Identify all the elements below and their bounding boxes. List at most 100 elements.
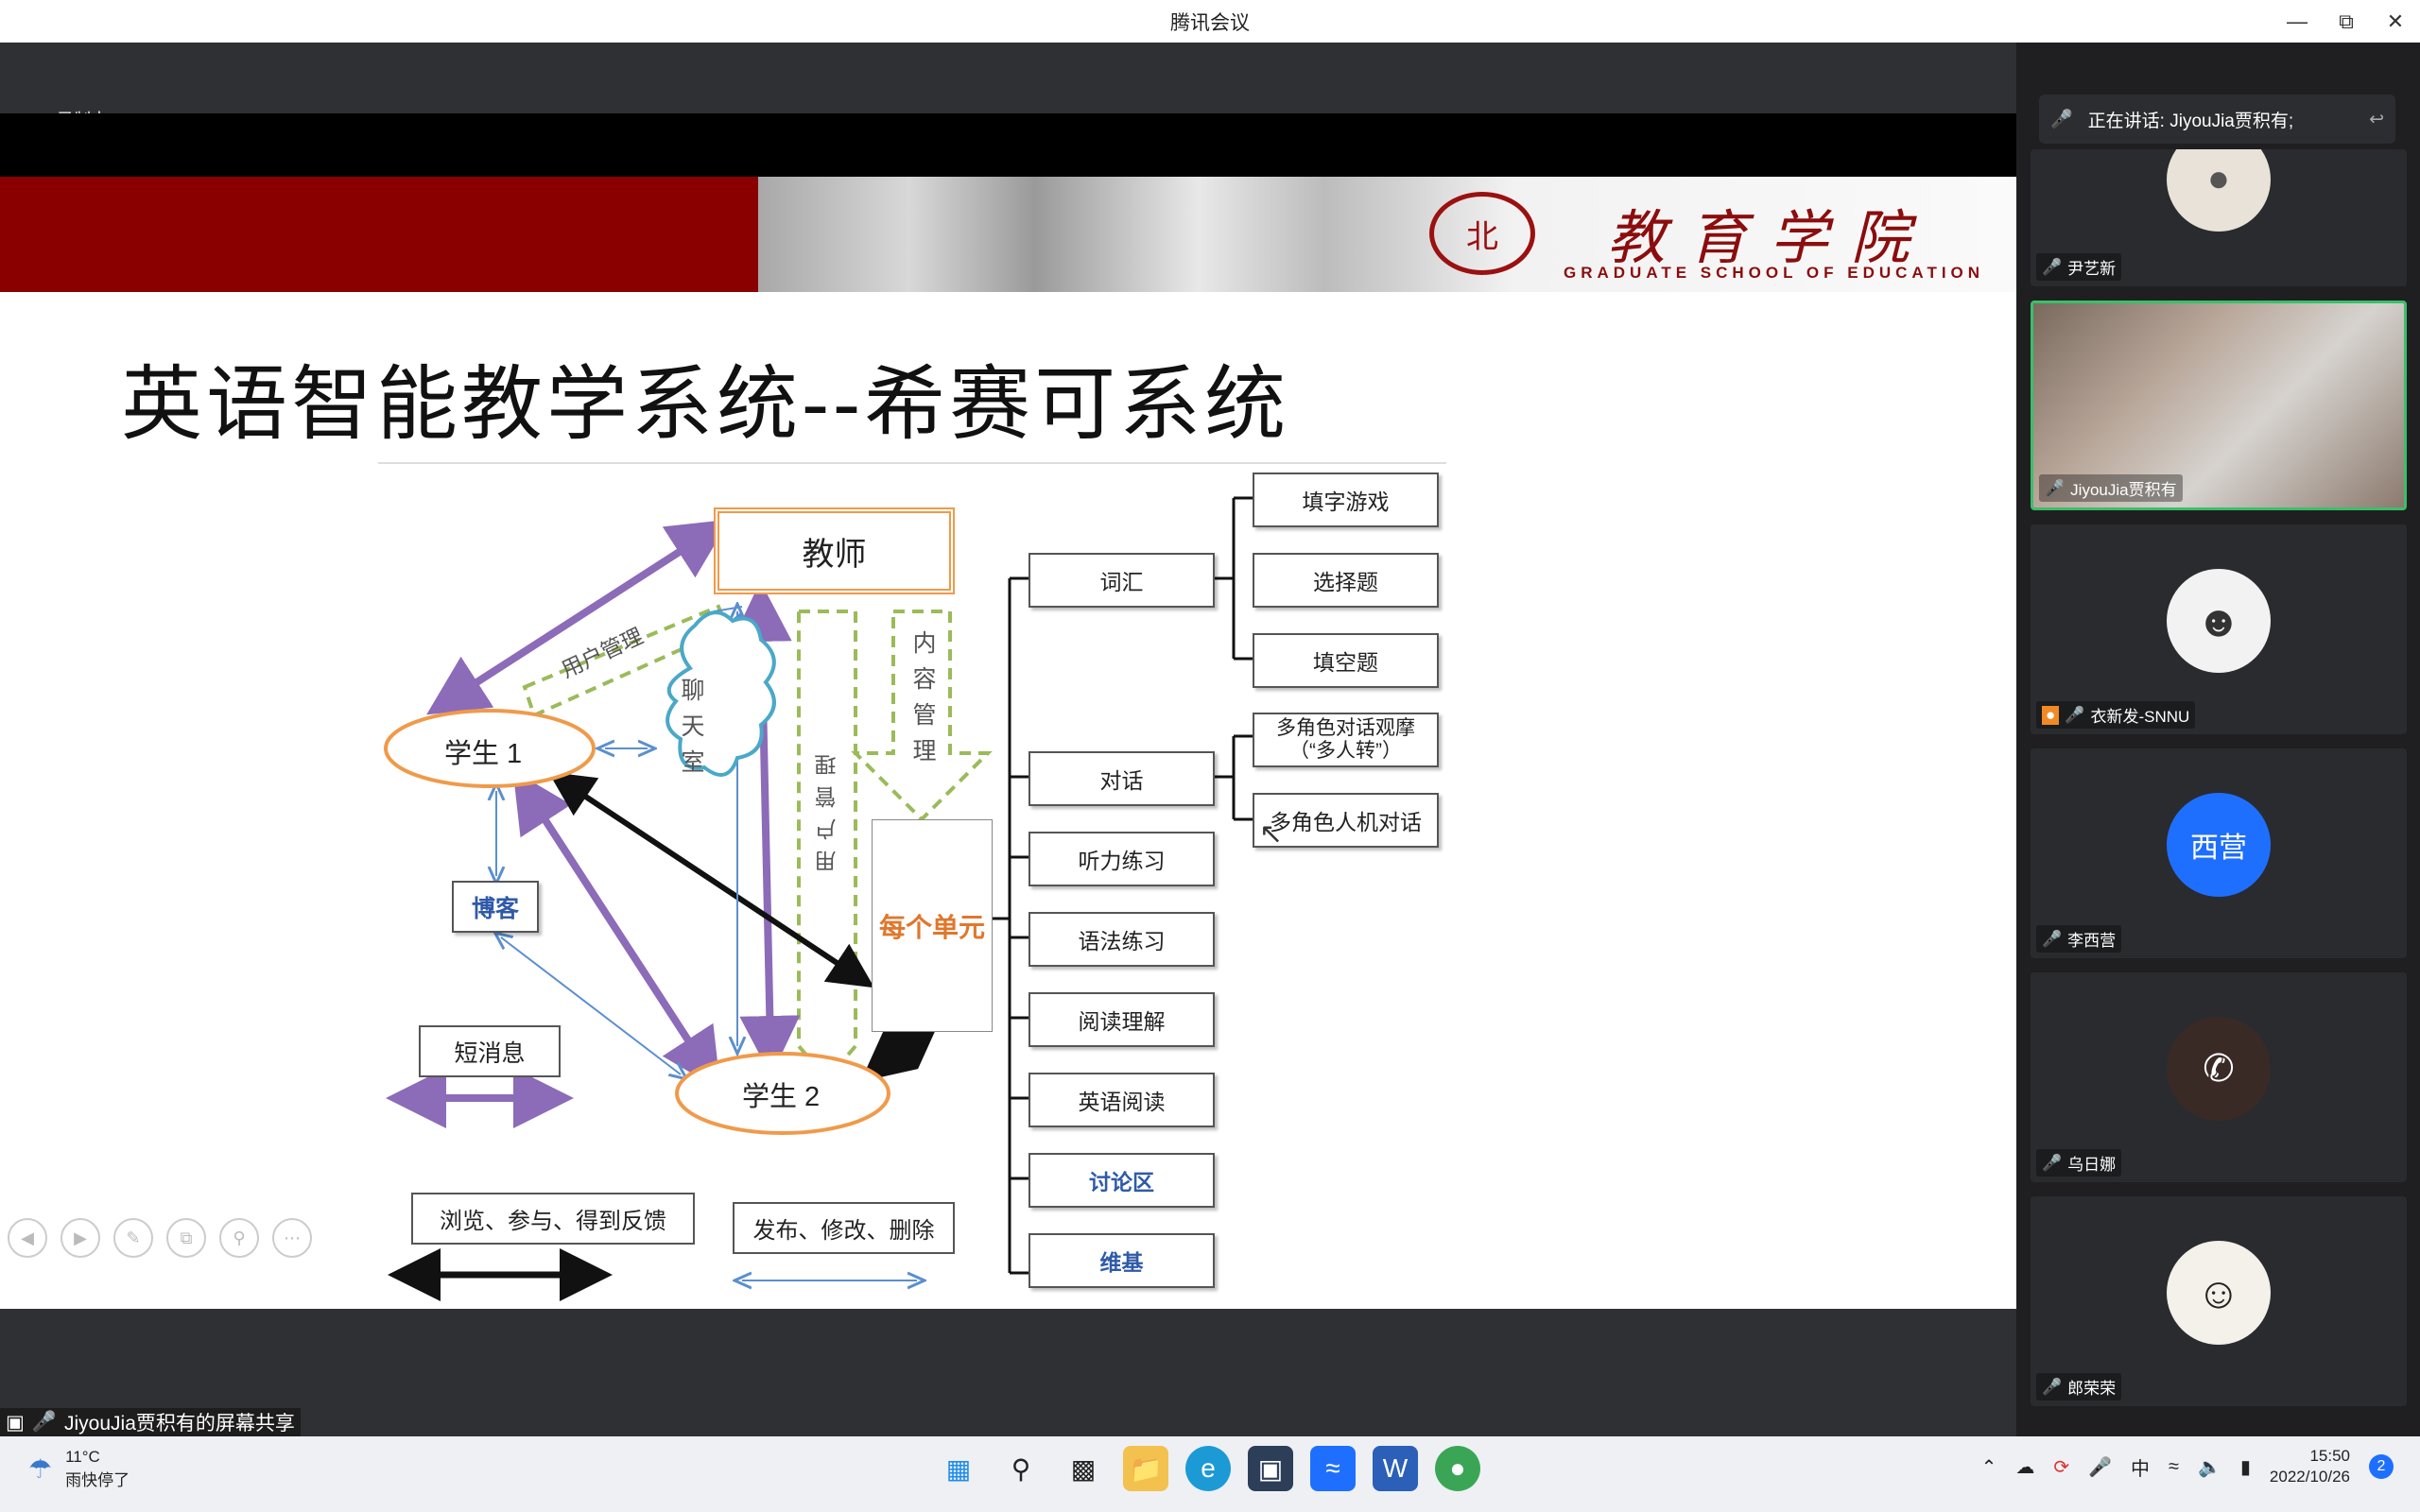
teacher-box: 教师 bbox=[714, 507, 955, 594]
microphone-tray-icon[interactable]: 🎤 bbox=[2088, 1455, 2112, 1479]
chevron-up-icon[interactable]: ⌃ bbox=[1981, 1455, 1997, 1479]
sync-icon[interactable]: ⟳ bbox=[2053, 1455, 2069, 1479]
window-title: 腾讯会议 bbox=[1170, 11, 1250, 34]
dialog-sub-observe: 多角色对话观摩（“多人转”） bbox=[1253, 713, 1439, 767]
module-grammar: 语法练习 bbox=[1028, 912, 1215, 967]
legend-blue-box: 发布、修改、删除 bbox=[733, 1202, 955, 1254]
module-wiki: 维基 bbox=[1028, 1233, 1215, 1288]
speaking-label: 正在讲话: JiyouJia贾积有; bbox=[2087, 111, 2294, 131]
zoom-icon[interactable]: ⚲ bbox=[219, 1218, 259, 1258]
phone-avatar-icon: ✆ bbox=[2167, 1017, 2271, 1122]
close-button[interactable]: ✕ bbox=[2371, 0, 2420, 43]
weather-desc: 雨快停了 bbox=[65, 1471, 130, 1489]
dog-avatar-icon: ● bbox=[2167, 149, 2271, 232]
screen-share-indicator[interactable]: ▣ 🎤 JiyouJia贾积有的屏幕共享 bbox=[0, 1408, 301, 1436]
screen-share-label: JiyouJia贾积有的屏幕共享 bbox=[64, 1413, 295, 1435]
participant-name: ● 🎤 衣新发-SNNU bbox=[2036, 701, 2196, 729]
weather-temp: 11°C bbox=[65, 1448, 100, 1466]
restore-button[interactable]: ⧉ bbox=[2322, 0, 2371, 43]
window-titlebar: 腾讯会议 — ⧉ ✕ bbox=[0, 0, 2420, 43]
module-listening: 听力练习 bbox=[1028, 832, 1215, 886]
muted-mic-icon: 🎤 bbox=[2042, 1377, 2063, 1396]
student-2-label: 学生 2 bbox=[742, 1082, 821, 1112]
weather-widget[interactable]: ☂ 11°C 雨快停了 bbox=[28, 1448, 130, 1490]
muted-mic-icon: 🎤 bbox=[2050, 110, 2073, 129]
module-english-reading: 英语阅读 bbox=[1028, 1073, 1215, 1127]
edge-browser-icon[interactable]: e bbox=[1185, 1446, 1231, 1491]
participant-tile[interactable]: ✆ 🎤 乌日娜 bbox=[2031, 972, 2407, 1182]
user-icon: ● bbox=[2042, 705, 2060, 725]
muted-mic-icon: 🎤 bbox=[2042, 929, 2063, 948]
content-mgmt-label: 内容管理 bbox=[912, 630, 937, 765]
shared-slide: 北 教育学院 GRADUATE SCHOOL OF EDUCATION 英语智能… bbox=[0, 113, 2016, 1309]
slide-content: 北 教育学院 GRADUATE SCHOOL OF EDUCATION 英语智能… bbox=[0, 177, 2016, 1309]
windows-taskbar: ☂ 11°C 雨快停了 ▦ ⚲ ▩ 📁 e ▣ ≈ W ● ⌃ ☁ ⟳ 🎤 中 … bbox=[0, 1436, 2420, 1512]
vocab-sub-fill: 填空题 bbox=[1253, 633, 1439, 688]
start-icon[interactable]: ▦ bbox=[936, 1446, 981, 1491]
participant-name: 🎤 郎荣荣 bbox=[2036, 1373, 2122, 1400]
microphone-icon: 🎤 bbox=[31, 1411, 57, 1433]
student-1-label: 学生 1 bbox=[444, 739, 523, 769]
each-unit-box: 每个单元 bbox=[872, 819, 993, 1032]
module-forum: 讨论区 bbox=[1028, 1153, 1215, 1208]
pen-icon[interactable]: ✎ bbox=[113, 1218, 153, 1258]
participant-tile[interactable]: ● 🎤 尹艺新 bbox=[2031, 149, 2407, 286]
vocab-sub-choice: 选择题 bbox=[1253, 553, 1439, 608]
participant-tile-active-speaker[interactable]: 🎤 JiyouJia贾积有 bbox=[2031, 301, 2407, 510]
app-globe-icon[interactable]: ● bbox=[1435, 1446, 1480, 1491]
mouse-cursor-icon: ↖ bbox=[1259, 818, 1284, 850]
onedrive-icon[interactable]: ☁ bbox=[2015, 1455, 2034, 1479]
volume-icon[interactable]: 🔈 bbox=[2198, 1455, 2221, 1479]
speaking-indicator: 🎤 正在讲话: JiyouJia贾积有; ↩ bbox=[2039, 94, 2395, 144]
word-icon[interactable]: W bbox=[1373, 1446, 1418, 1491]
muted-mic-icon: 🎤 bbox=[2042, 1153, 2063, 1172]
participant-name: 🎤 JiyouJia贾积有 bbox=[2039, 474, 2183, 502]
more-icon[interactable]: ⋯ bbox=[272, 1218, 312, 1258]
participant-tile[interactable]: ☺ 🎤 郎荣荣 bbox=[2031, 1196, 2407, 1406]
screen-share-icon: ▣ bbox=[6, 1411, 25, 1434]
clock[interactable]: 15:50 2022/10/26 bbox=[2270, 1446, 2350, 1487]
battery-icon[interactable]: ▮ bbox=[2240, 1455, 2251, 1479]
clock-time: 15:50 bbox=[2309, 1447, 2350, 1465]
vocab-sub-crossword: 填字游戏 bbox=[1253, 472, 1439, 527]
active-mic-icon: 🎤 bbox=[2045, 478, 2066, 497]
clock-date: 2022/10/26 bbox=[2269, 1468, 2350, 1486]
next-slide-icon[interactable]: ▶ bbox=[60, 1218, 100, 1258]
module-reading: 阅读理解 bbox=[1028, 992, 1215, 1047]
copy-icon[interactable]: ⧉ bbox=[166, 1218, 206, 1258]
muted-mic-icon: 🎤 bbox=[2042, 257, 2063, 276]
minimize-button[interactable]: — bbox=[2273, 0, 2322, 43]
slide-toolbar: ◀ ▶ ✎ ⧉ ⚲ ⋯ bbox=[8, 1218, 312, 1258]
participant-name: 🎤 乌日娜 bbox=[2036, 1149, 2122, 1177]
window-controls: — ⧉ ✕ bbox=[2273, 0, 2420, 43]
diagram-connectors bbox=[378, 462, 1446, 1301]
chatroom-label: 聊天室 bbox=[681, 678, 705, 776]
wifi-icon[interactable]: ≈ bbox=[2169, 1456, 2179, 1478]
collapse-icon[interactable]: ↩ bbox=[2369, 109, 2384, 130]
tencent-meeting-icon[interactable]: ≈ bbox=[1310, 1446, 1356, 1491]
participant-name: 🎤 尹艺新 bbox=[2036, 253, 2122, 281]
app-cube-icon[interactable]: ▣ bbox=[1248, 1446, 1293, 1491]
participant-tile[interactable]: ☻ ● 🎤 衣新发-SNNU bbox=[2031, 524, 2407, 734]
task-view-icon[interactable]: ▩ bbox=[1061, 1446, 1106, 1491]
initials-avatar: 西营 bbox=[2167, 793, 2271, 898]
cartoon-man-avatar-icon: ☻ bbox=[2167, 569, 2271, 674]
participant-name: 🎤 李西营 bbox=[2036, 925, 2122, 953]
sms-box: 短消息 bbox=[419, 1025, 561, 1077]
participant-tile[interactable]: 西营 🎤 李西营 bbox=[2031, 748, 2407, 958]
system-tray: ⌃ ☁ ⟳ 🎤 中 ≈ 🔈 ▮ 15:50 2022/10/26 2 bbox=[1981, 1446, 2394, 1487]
ime-indicator[interactable]: 中 bbox=[2131, 1453, 2150, 1481]
cartoon-woman-avatar-icon: ☺ bbox=[2167, 1241, 2271, 1346]
search-icon[interactable]: ⚲ bbox=[998, 1446, 1044, 1491]
file-explorer-icon[interactable]: 📁 bbox=[1123, 1446, 1168, 1491]
module-dialog: 对话 bbox=[1028, 751, 1215, 806]
weather-icon: ☂ bbox=[28, 1454, 53, 1484]
blog-box: 博客 bbox=[452, 881, 539, 933]
notification-badge[interactable]: 2 bbox=[2369, 1454, 2394, 1479]
muted-mic-icon: 🎤 bbox=[2065, 705, 2085, 724]
module-vocab: 词汇 bbox=[1028, 553, 1215, 608]
legend-black-box: 浏览、参与、得到反馈 bbox=[411, 1193, 695, 1245]
user-mgmt-vertical-label: 用户管理 bbox=[814, 752, 837, 873]
prev-slide-icon[interactable]: ◀ bbox=[8, 1218, 47, 1258]
taskbar-apps: ▦ ⚲ ▩ 📁 e ▣ ≈ W ● bbox=[936, 1446, 1480, 1491]
